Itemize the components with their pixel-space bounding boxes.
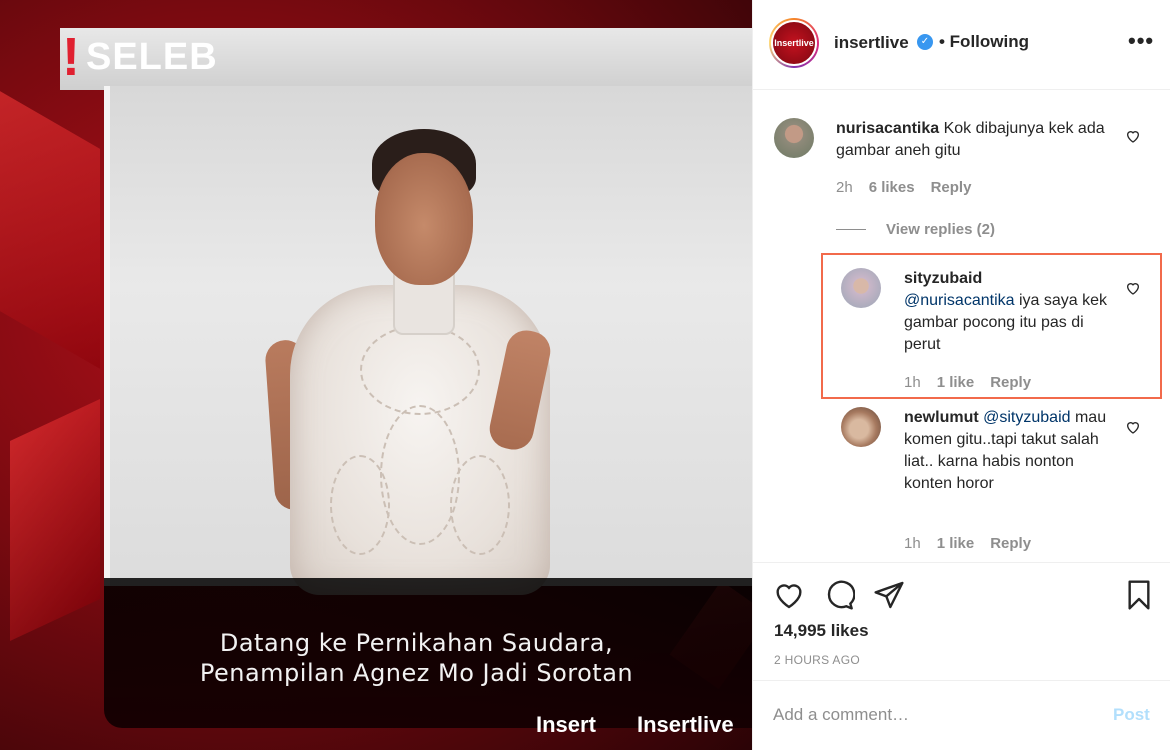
reply-meta: 1h 1 like Reply [904,374,1047,391]
post-image[interactable]: ! SELEB Datang ke Pernikahan Saudara, Pe… [0,0,752,750]
view-replies-button[interactable]: View replies (2) [836,221,995,238]
verified-badge-icon: ✓ [917,34,933,50]
lace-pattern [330,455,390,555]
exclamation-icon: ! [62,27,80,87]
face [375,153,473,285]
post-sidebar: Insertlive insertlive ✓ • Following ••• … [752,0,1170,750]
comments-list[interactable]: nurisacantika Kok dibajunya kek ada gamb… [753,90,1170,562]
lace-pattern [360,325,480,415]
account-avatar[interactable]: Insertlive [769,18,819,68]
account-username[interactable]: insertlive [834,33,909,53]
like-reply-heart-icon[interactable] [1125,419,1141,435]
image-caption: Datang ke Pernikahan Saudara, Penampilan… [104,628,729,688]
insertlive-logo: Insertlive [637,712,734,737]
following-button[interactable]: • Following [939,32,1029,52]
mention-link[interactable]: @nurisacantika [904,292,1015,309]
reply-comment: newlumut @sityzubaid mau komen gitu..tap… [753,395,1170,562]
caption-line: Penampilan Agnez Mo Jadi Sorotan [199,659,634,687]
comment-bubble-icon[interactable] [823,579,855,611]
likes-count[interactable]: 14,995 likes [774,621,869,641]
add-comment-bar: Post [753,680,1170,750]
avatar-logo: Insertlive [771,20,817,66]
instagram-post-view: ! SELEB Datang ke Pernikahan Saudara, Pe… [0,0,1170,750]
reply-meta: 1h 1 like Reply [904,535,1047,552]
share-send-icon[interactable] [873,579,905,611]
lace-pattern [380,405,460,545]
reply-button[interactable]: Reply [931,179,972,196]
divider-line [836,229,866,230]
reply-username[interactable]: sityzubaid [904,268,1109,290]
seleb-badge: ! SELEB [62,30,218,84]
comment-input[interactable] [773,705,1073,725]
person-figure [250,129,580,595]
reply-likes[interactable]: 1 like [937,535,975,552]
avatar[interactable] [841,268,881,308]
reply-comment: sityzubaid @nurisacantika iya saya kek g… [753,255,1170,395]
like-reply-heart-icon[interactable] [1125,280,1141,296]
view-replies-label: View replies (2) [886,221,995,238]
reply-button[interactable]: Reply [990,374,1031,391]
like-heart-icon[interactable] [773,579,805,611]
reply-button[interactable]: Reply [990,535,1031,552]
decor-shard [0,91,100,369]
mention-link[interactable]: @sityzubaid [983,409,1070,426]
seleb-label: SELEB [85,35,218,78]
reply-time: 1h [904,374,921,391]
bookmark-icon[interactable] [1123,579,1155,611]
reply-time: 1h [904,535,921,552]
comment-body: nurisacantika Kok dibajunya kek ada gamb… [836,118,1106,162]
post-button[interactable]: Post [1113,705,1150,725]
decor-shard [10,399,100,641]
lace-pattern [450,455,510,555]
more-options-icon[interactable]: ••• [1128,28,1154,54]
avatar[interactable] [774,118,814,158]
post-header: Insertlive insertlive ✓ • Following ••• [753,0,1170,90]
comment-username[interactable]: nurisacantika [836,120,939,137]
reply-likes[interactable]: 1 like [937,374,975,391]
post-timestamp[interactable]: 2 HOURS AGO [774,653,860,667]
insert-logo: Insert [536,712,596,737]
reply-body: sityzubaid @nurisacantika iya saya kek g… [904,268,1109,356]
reply-username[interactable]: newlumut [904,409,979,426]
comment-likes[interactable]: 6 likes [869,179,915,196]
reply-body: newlumut @sityzubaid mau komen gitu..tap… [904,407,1109,495]
comment-time: 2h [836,179,853,196]
comment-meta: 2h 6 likes Reply [836,179,987,196]
caption-line: Datang ke Pernikahan Saudara, [219,629,614,657]
avatar[interactable] [841,407,881,447]
like-comment-heart-icon[interactable] [1125,128,1141,144]
comment: nurisacantika Kok dibajunya kek ada gamb… [753,90,1170,210]
action-bar: 14,995 likes 2 HOURS AGO [753,562,1170,680]
